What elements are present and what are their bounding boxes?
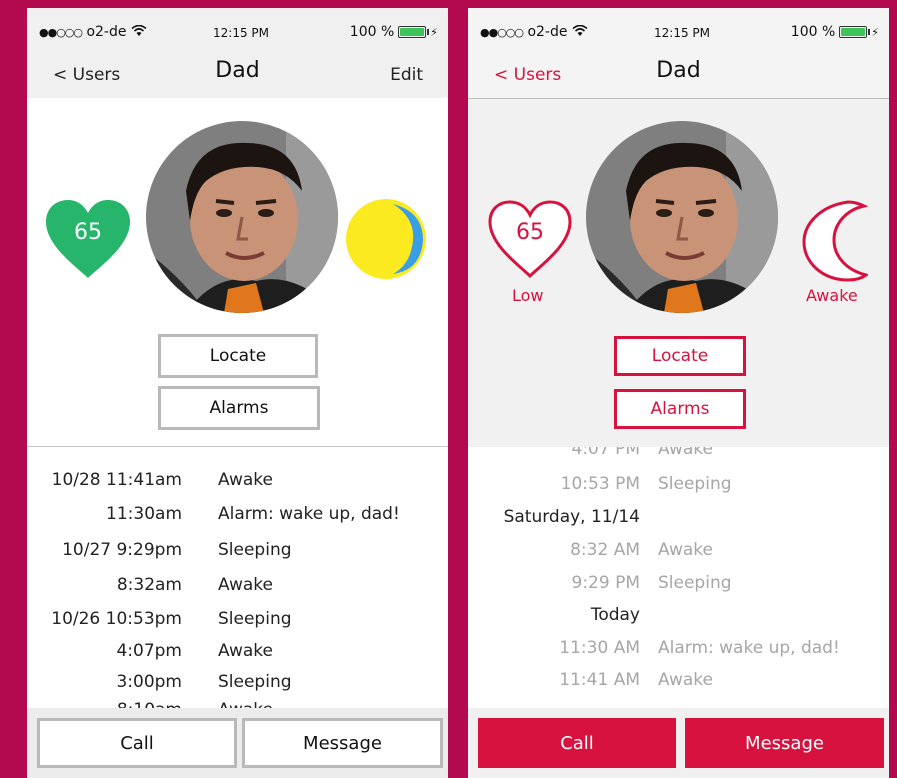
log-time: 10/26 10:53pm [51,609,182,629]
log-time: 11:30am [106,504,182,524]
signal-icon: ●●○○○ [480,26,524,39]
battery-percent: 100 % [790,24,836,40]
wifi-icon [572,24,588,36]
heart-rate-value: 65 [516,220,544,245]
charging-icon: ⚡ [430,25,438,39]
log-event: Awake [218,641,273,661]
log-event: Sleeping [658,573,732,593]
phone-screen-right: ●●○○○ o2-de 12:15 PM 100 % ⚡ < Users Dad… [468,8,889,778]
log-time: 8:32 AM [570,540,640,560]
log-time: 9:29 PM [571,573,641,593]
log-date-label: Saturday, 11/14 [503,507,640,527]
heart-rate-indicator[interactable]: 65 [486,198,574,280]
battery-percent: 100 % [349,24,395,40]
log-event: Sleeping [218,609,292,629]
carrier: ●●○○○ o2-de [480,24,588,40]
log-date-label: Today [590,605,640,625]
phone-screen-left: ●●○○○ o2-de 12:15 PM 100 % ⚡ < Users Dad… [27,8,448,778]
log-time: 10/27 9:29pm [62,540,182,560]
navigation-bar: < Users Dad [468,44,889,98]
log-time: 11:41 AM [559,670,640,690]
carrier-label: o2-de [86,24,127,40]
sleep-status-indicator[interactable] [798,198,870,284]
battery-icon [398,26,430,38]
activity-log[interactable]: 4:07 PM Awake 10:53 PM Sleeping Saturday, 11… [468,447,889,709]
battery-icon [839,26,871,38]
log-event: Awake [218,470,273,490]
log-time: 10/28 11:41am [51,470,182,490]
avatar [146,121,338,313]
log-time: 11:30 AM [559,638,640,658]
wifi-icon [131,24,147,36]
moon-icon [346,199,426,279]
divider [27,446,448,447]
log-event: Awake [658,540,713,560]
locate-button[interactable]: Locate [614,336,746,376]
carrier-label: o2-de [527,24,568,40]
avatar-photo [146,121,338,313]
log-time: 8:32am [116,575,182,595]
log-event: Alarm: wake up, dad! [658,638,840,658]
navigation-bar: < Users Dad Edit [27,44,448,98]
log-event: Alarm: wake up, dad! [218,504,400,524]
log-event: Sleeping [658,474,732,494]
clock: 12:15 PM [654,26,710,40]
call-button[interactable]: Call [37,718,237,768]
edit-button[interactable]: Edit [390,65,423,85]
clock: 12:15 PM [213,26,269,40]
signal-icon: ●●○○○ [39,26,83,39]
message-button[interactable]: Message [242,718,443,768]
log-time: 4:07 PM [571,447,641,459]
status-bar: ●●○○○ o2-de 12:15 PM 100 % ⚡ [27,8,448,44]
sleep-status-label: Awake [806,286,858,305]
page-title: Dad [215,58,260,83]
heart-rate-value: 65 [74,220,102,245]
page-title: Dad [656,58,701,83]
avatar-photo [586,121,778,313]
log-event: Sleeping [218,540,292,560]
log-time: 10:53 PM [560,474,640,494]
call-button[interactable]: Call [478,718,676,768]
message-button[interactable]: Message [685,718,884,768]
log-event: Awake [218,575,273,595]
carrier: ●●○○○ o2-de [39,24,147,40]
heart-rate-label: Low [512,286,544,305]
charging-icon: ⚡ [871,25,879,39]
sleep-status-indicator[interactable] [345,198,427,280]
battery-status: 100 % ⚡ [350,24,438,40]
avatar [586,121,778,313]
footer-toolbar: Call Message [27,708,448,778]
locate-button[interactable]: Locate [158,334,318,378]
footer-toolbar: Call Message [468,708,889,778]
alarms-button[interactable]: Alarms [158,386,320,430]
log-time: 3:00pm [116,672,182,692]
battery-status: 100 % ⚡ [791,24,879,40]
log-time: 4:07pm [116,641,182,661]
log-event: Awake [658,447,713,459]
activity-log[interactable]: 10/28 11:41am Awake 11:30am Alarm: wake up,… [27,448,448,710]
log-event: Sleeping [218,672,292,692]
moon-icon [802,200,870,282]
alarms-button[interactable]: Alarms [614,389,746,429]
status-bar: ●●○○○ o2-de 12:15 PM 100 % ⚡ [468,8,889,44]
heart-rate-indicator[interactable]: 65 [44,198,132,280]
log-event: Awake [658,670,713,690]
